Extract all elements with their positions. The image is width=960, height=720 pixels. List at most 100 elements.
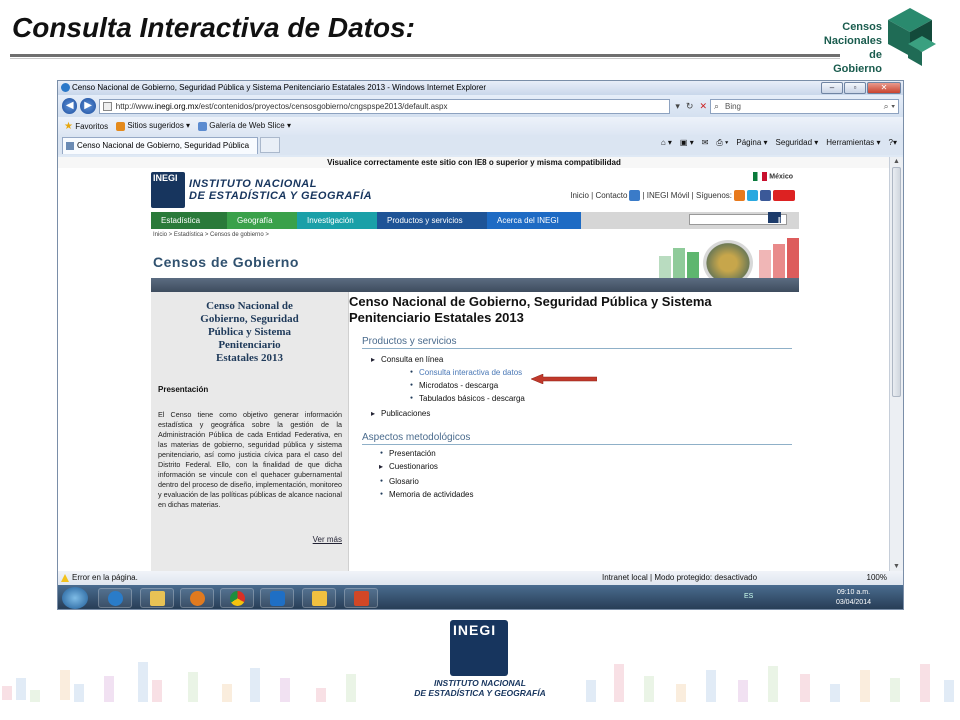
feeds-icon[interactable]: ▣ ▾: [680, 138, 694, 148]
vertical-scrollbar[interactable]: ▲ ▼: [889, 157, 903, 571]
top-links: Inicio | Contacto | INEGI Móvil | Síguen…: [570, 190, 795, 201]
dropdown-icon[interactable]: ▾: [675, 101, 680, 112]
methodology-heading: Aspectos metodológicos: [362, 432, 792, 445]
facebook-icon[interactable]: [760, 190, 771, 201]
tools-menu[interactable]: Herramientas ▾: [826, 138, 880, 148]
activities-link[interactable]: Memoria de actividades: [380, 488, 799, 501]
suggested-sites-icon: [116, 121, 126, 131]
flag-icon: [753, 172, 768, 181]
web-slice-button[interactable]: Galería de Web Slice ▾: [198, 121, 291, 131]
scroll-thumb[interactable]: [892, 167, 901, 397]
back-button[interactable]: ◀: [62, 98, 78, 114]
status-error[interactable]: Error en la página.: [72, 571, 138, 585]
ie-icon: [61, 83, 70, 92]
home-icon[interactable]: ⌂ ▾: [661, 138, 672, 148]
microdata-link[interactable]: Microdatos - descarga: [410, 379, 799, 392]
read-more-link[interactable]: Ver más: [313, 535, 342, 544]
new-tab-button[interactable]: [260, 137, 280, 153]
security-zone: Intranet local | Modo protegido: desacti…: [602, 573, 758, 582]
content: Censo Nacional de Gobierno, Seguridad Pú…: [151, 292, 799, 571]
forward-button[interactable]: ▶: [80, 98, 96, 114]
nav-geografia[interactable]: Geografía: [227, 212, 297, 229]
mobile-icon[interactable]: [629, 190, 641, 201]
nav-investigacion[interactable]: Investigación: [297, 212, 377, 229]
page-icon: [102, 101, 112, 111]
search-input[interactable]: ⌕ Bing ⌕ ▾: [709, 98, 899, 114]
refresh-icon[interactable]: ↻: [686, 101, 694, 112]
presentation-link[interactable]: Presentación: [380, 447, 799, 460]
explorer-taskbar-icon[interactable]: [140, 588, 174, 608]
minimize-button[interactable]: –: [821, 82, 843, 94]
print-icon[interactable]: ⎙ ▾: [716, 138, 728, 148]
interactive-query-link[interactable]: Consulta interactiva de datos: [410, 366, 799, 379]
censos-banner: Censos de Gobierno: [151, 238, 799, 292]
slide: Consulta Interactiva de Datos: Censos Na…: [0, 0, 960, 720]
cubes-icon: [888, 8, 936, 66]
warning-icon[interactable]: [61, 574, 69, 582]
inegi-logo[interactable]: INEGI: [151, 172, 185, 208]
red-arrow-icon: [531, 374, 597, 384]
lync-taskbar-icon[interactable]: [260, 588, 294, 608]
powerpoint-taskbar-icon[interactable]: [344, 588, 378, 608]
star-icon: ★: [64, 120, 73, 132]
sidebar: Censo Nacional de Gobierno, Seguridad Pú…: [151, 292, 349, 571]
search-go-icon[interactable]: ⌕ ▾: [884, 100, 895, 113]
main-nav: Estadística Geografía Investigación Prod…: [151, 212, 799, 229]
browser-window: Censo Nacional de Gobierno, Seguridad Pú…: [57, 80, 904, 610]
zoom-level[interactable]: 100%: [867, 571, 887, 585]
presentation-text: El Censo tiene como objetivo generar inf…: [158, 410, 342, 509]
rss-icon[interactable]: [734, 190, 745, 201]
mail-icon[interactable]: ✉: [702, 138, 709, 148]
questionnaires-link[interactable]: Cuestionarios: [379, 460, 799, 473]
search-icon: ⌕: [713, 100, 720, 111]
nav-estadistica[interactable]: Estadística: [151, 212, 227, 229]
youtube-icon[interactable]: [773, 190, 795, 201]
start-button[interactable]: [62, 587, 88, 609]
institute-name: INSTITUTO NACIONAL DE ESTADÍSTICA Y GEOG…: [189, 178, 373, 202]
favorites-bar: ★ Favoritos Sitios sugeridos ▾ Galería d…: [58, 117, 903, 135]
nav-acerca[interactable]: Acerca del INEGI: [487, 212, 581, 229]
glossary-link[interactable]: Glosario: [380, 475, 799, 488]
nav-productos[interactable]: Productos y servicios: [377, 212, 487, 229]
page-menu[interactable]: Página ▾: [736, 138, 767, 148]
site-search-button[interactable]: IR: [768, 212, 786, 225]
main-content: Censo Nacional de Gobierno, Seguridad Pú…: [349, 292, 799, 571]
window-titlebar: Censo Nacional de Gobierno, Seguridad Pú…: [58, 81, 903, 95]
site-header: INEGI INSTITUTO NACIONAL DE ESTADÍSTICA …: [151, 168, 799, 212]
status-bar: Error en la página. Intranet local | Mod…: [58, 571, 903, 585]
twitter-icon[interactable]: [747, 190, 758, 201]
url-input[interactable]: http://www.inegi.org.mx/est/contenidos/p…: [98, 98, 671, 114]
suggested-sites-button[interactable]: Sitios sugeridos ▾: [116, 121, 190, 131]
taskbar: ES 09:10 a.m. 03/04/2014: [58, 585, 903, 609]
security-menu[interactable]: Seguridad ▾: [776, 138, 819, 148]
slide-title: Consulta Interactiva de Datos:: [12, 12, 415, 43]
scroll-up-icon[interactable]: ▲: [893, 158, 900, 165]
chrome-taskbar-icon[interactable]: [220, 588, 254, 608]
ie-taskbar-icon[interactable]: [98, 588, 132, 608]
banner-title: Censos de Gobierno: [153, 254, 299, 270]
close-window-button[interactable]: ✕: [867, 82, 901, 94]
page-icon: [66, 141, 74, 150]
media-player-taskbar-icon[interactable]: [180, 588, 214, 608]
address-bar: ◀ ▶ http://www.inegi.org.mx/est/contenid…: [58, 95, 903, 117]
page-title: Censo Nacional de Gobierno, Seguridad Pú…: [349, 294, 712, 325]
command-bar: ⌂ ▾ ▣ ▾ ✉ ⎙ ▾ Página ▾ Seguridad ▾ Herra…: [661, 138, 897, 148]
basic-tables-link[interactable]: Tabulados básicos - descarga: [410, 392, 799, 405]
outlook-taskbar-icon[interactable]: [302, 588, 336, 608]
stop-icon[interactable]: ✕: [699, 101, 707, 112]
help-icon[interactable]: ?▾: [889, 138, 897, 148]
tab-active[interactable]: Censo Nacional de Gobierno, Seguridad Pú…: [62, 136, 258, 166]
online-query-item[interactable]: Consulta en línea: [371, 353, 799, 366]
language-indicator[interactable]: ES: [744, 593, 753, 600]
publications-item[interactable]: Publicaciones: [371, 407, 799, 420]
home-contact-links[interactable]: Inicio | Contacto: [570, 191, 627, 200]
clock[interactable]: 09:10 a.m. 03/04/2014: [836, 588, 871, 608]
mexico-link[interactable]: México: [753, 172, 793, 181]
title-rule-thin: [10, 58, 840, 59]
favorites-button[interactable]: ★ Favoritos: [64, 121, 108, 132]
censos-logo-text: Censos Nacionales de Gobierno: [823, 21, 882, 75]
title-rule: [10, 54, 840, 57]
ie8-notice: Visualice correctamente este sitio con I…: [58, 157, 890, 168]
maximize-button[interactable]: ▫: [844, 82, 866, 94]
scroll-down-icon[interactable]: ▼: [893, 563, 900, 570]
